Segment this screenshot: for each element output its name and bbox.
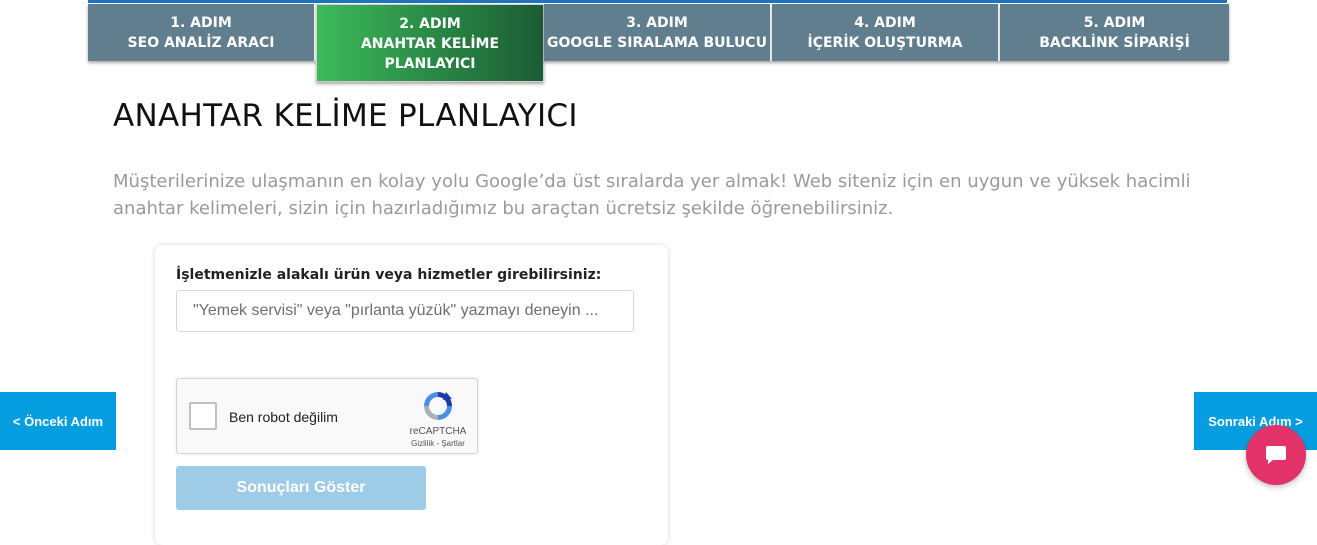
search-input[interactable] bbox=[176, 290, 634, 332]
step-2-label-line-1: ANAHTAR KELİME bbox=[360, 36, 500, 52]
step-1-number: 1. ADIM bbox=[170, 15, 232, 31]
keyword-form-card: İşletmenizle alakalı ürün veya hizmetler… bbox=[155, 245, 668, 545]
intro-text: Müşterilerinize ulaşmanın en kolay yolu … bbox=[113, 171, 1191, 219]
recaptcha-links[interactable]: Gizlilik - Şartlar bbox=[405, 439, 471, 448]
recaptcha-logo-icon bbox=[424, 392, 452, 420]
step-1-label: SEO ANALİZ ARACI bbox=[127, 35, 275, 51]
recaptcha-checkbox[interactable] bbox=[189, 402, 217, 430]
step-4-label: İÇERİK OLUŞTURMA bbox=[807, 35, 963, 51]
page-title: ANAHTAR KELİME PLANLAYICI bbox=[113, 98, 578, 134]
step-4-number: 4. ADIM bbox=[854, 15, 916, 31]
step-5-number: 5. ADIM bbox=[1083, 15, 1146, 31]
step-1-tab[interactable]: 1. ADIM SEO ANALİZ ARACI bbox=[88, 4, 316, 61]
show-results-button[interactable]: Sonuçları Göster bbox=[176, 466, 426, 510]
step-5-tab[interactable]: 5. ADIM BACKLİNK SİPARİŞİ bbox=[1000, 4, 1229, 61]
step-5-label: BACKLİNK SİPARİŞİ bbox=[1039, 35, 1190, 51]
step-2-tab[interactable]: 2. ADIM ANAHTAR KELİME PLANLAYICI bbox=[316, 4, 544, 82]
chat-button[interactable] bbox=[1246, 425, 1306, 485]
step-3-tab[interactable]: 3. ADIM GOOGLE SIRALAMA BULUCU bbox=[544, 4, 772, 61]
recaptcha-widget: Ben robot değilim reCAPTCHA Gizlilik - Ş… bbox=[176, 378, 478, 454]
search-field-label: İşletmenizle alakalı ürün veya hizmetler… bbox=[176, 267, 602, 283]
step-3-label: GOOGLE SIRALAMA BULUCU bbox=[547, 35, 767, 51]
recaptcha-label: Ben robot değilim bbox=[229, 409, 338, 425]
recaptcha-brand: reCAPTCHA bbox=[409, 426, 467, 437]
top-accent-bar bbox=[88, 0, 1227, 3]
previous-step-button[interactable]: < Önceki Adım bbox=[0, 392, 116, 450]
step-2-label-line-2: PLANLAYICI bbox=[384, 56, 476, 72]
step-3-number: 3. ADIM bbox=[626, 15, 688, 31]
step-navigation: 1. ADIM SEO ANALİZ ARACI 2. ADIM ANAHTAR… bbox=[88, 4, 1229, 82]
chat-bubble-icon bbox=[1266, 446, 1286, 464]
step-4-tab[interactable]: 4. ADIM İÇERİK OLUŞTURMA bbox=[772, 4, 1000, 61]
step-2-number: 2. ADIM bbox=[399, 16, 461, 32]
